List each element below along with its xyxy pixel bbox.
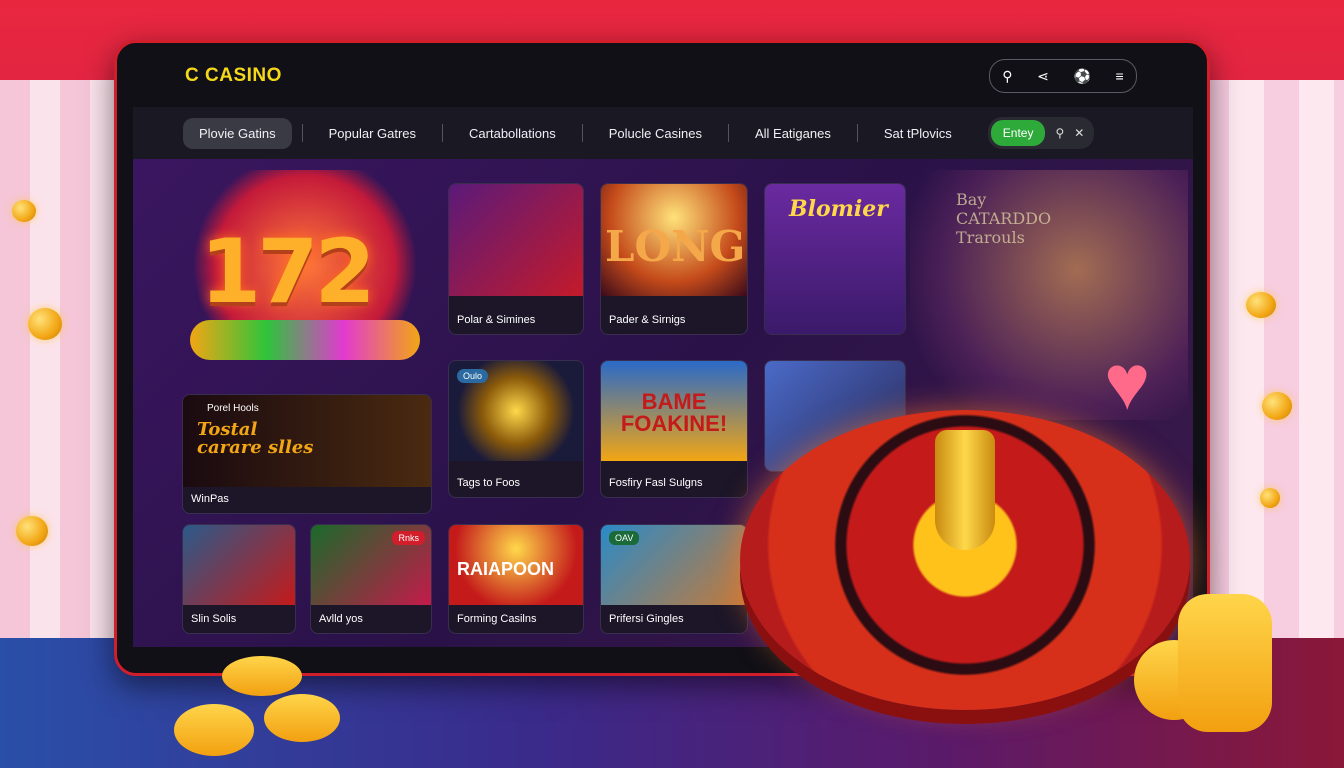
dice-art bbox=[449, 184, 583, 296]
coin-icon bbox=[1262, 392, 1292, 420]
tile-label: Fosfiry Fasl Sulgns bbox=[609, 477, 703, 489]
tile-art: LONG bbox=[601, 184, 747, 296]
tile-label: WinPas bbox=[191, 493, 229, 505]
chip-stack bbox=[222, 656, 302, 696]
share-icon[interactable]: ⋖ bbox=[1037, 68, 1049, 85]
nav-divider bbox=[301, 124, 303, 142]
nav-item-sat[interactable]: Sat tPlovics bbox=[868, 118, 968, 149]
tile-label: Prifersi Gingles bbox=[609, 613, 684, 625]
tile-label: Slin Solis bbox=[191, 613, 237, 625]
game-tile[interactable]: LONG Pader & Sirnigs bbox=[600, 183, 748, 335]
background-sign: Bay CATARDDO Trarouls bbox=[956, 190, 1052, 247]
close-icon[interactable]: ✕ bbox=[1074, 126, 1084, 140]
game-tile[interactable]: RAIAPOON Forming Casilns bbox=[448, 524, 584, 634]
nav-item-all[interactable]: All Eatiganes bbox=[739, 118, 847, 149]
roulette-spindle bbox=[935, 430, 995, 550]
tile-label: Pader & Sirnigs bbox=[609, 314, 686, 326]
search-icon[interactable]: ⚲ bbox=[1002, 68, 1012, 85]
menu-stack-icon[interactable]: ≡ bbox=[1116, 68, 1124, 84]
game-tile[interactable]: Slin Solis bbox=[182, 524, 296, 634]
tile-label: Tags to Foos bbox=[457, 477, 520, 489]
nav-item-popular[interactable]: Popular Gatres bbox=[313, 118, 432, 149]
tile-art: Blomier bbox=[765, 184, 905, 334]
tile-label: Forming Casilns bbox=[457, 613, 537, 625]
header-toolbar: ⚲ ⋖ ⚽ ≡ bbox=[989, 59, 1137, 93]
chip-stack bbox=[1178, 594, 1272, 732]
nav-item-polucle[interactable]: Polucle Casines bbox=[593, 118, 718, 149]
tile-art-text: BAME FOAKINE! bbox=[620, 389, 728, 436]
chip-stack bbox=[174, 704, 254, 756]
tile-badge: OAV bbox=[609, 531, 640, 545]
category-nav: Plovie Gatins Popular Gatres Cartabollat… bbox=[133, 107, 1193, 159]
nav-item-cartabollations[interactable]: Cartabollations bbox=[453, 118, 572, 149]
jackpot-hero[interactable]: 172 bbox=[180, 170, 430, 380]
nav-actions: Entey ⚲ ✕ bbox=[987, 117, 1095, 149]
game-tile[interactable]: Oulo Tags to Foos bbox=[448, 360, 584, 498]
tile-art-text: LONG bbox=[605, 222, 746, 271]
tile-badge: Oulo bbox=[457, 369, 489, 383]
coin-icon bbox=[1260, 488, 1280, 508]
tile-art: BAME FOAKINE! bbox=[601, 361, 747, 461]
nav-divider bbox=[727, 124, 729, 142]
tile-art-text: Tostal carare slles bbox=[197, 419, 314, 458]
enter-button[interactable]: Entey bbox=[990, 120, 1046, 146]
coin-icon bbox=[12, 200, 36, 222]
coin-icon bbox=[16, 516, 48, 546]
game-tile[interactable]: Blomier bbox=[764, 183, 906, 335]
tile-art: RAIAPOON bbox=[449, 525, 583, 605]
chip-stack bbox=[264, 694, 340, 742]
game-tile[interactable]: Rnks Avlld yos bbox=[310, 524, 432, 634]
tile-label: Avlld yos bbox=[319, 613, 363, 625]
game-tile[interactable]: BAME FOAKINE! Fosfiry Fasl Sulgns bbox=[600, 360, 748, 498]
coin-icon bbox=[1246, 292, 1276, 318]
game-tile[interactable]: OAV Prifersi Gingles bbox=[600, 524, 748, 634]
nav-item-plovie[interactable]: Plovie Gatins bbox=[183, 117, 292, 149]
jackpot-number: 172 bbox=[200, 220, 376, 323]
game-tile[interactable]: Polar & Simines bbox=[448, 183, 584, 335]
game-tile[interactable]: Porel Hools Tostal carare slles WinPas bbox=[182, 394, 432, 514]
nav-divider bbox=[581, 124, 583, 142]
search-icon[interactable]: ⚲ bbox=[1055, 126, 1064, 140]
tile-art-text: RAIAPOON bbox=[457, 559, 555, 579]
soccer-ball-icon[interactable]: ⚽ bbox=[1073, 68, 1090, 85]
nav-divider bbox=[442, 124, 444, 142]
gem-pile bbox=[190, 320, 420, 360]
tile-art: Porel Hools Tostal carare slles bbox=[183, 395, 431, 487]
tile-art-text: Blomier bbox=[789, 196, 888, 222]
heart-icon: ♥ bbox=[1104, 338, 1151, 426]
tile-label: Polar & Simines bbox=[457, 314, 536, 326]
tile-art bbox=[183, 525, 295, 605]
tile-badge: Rnks bbox=[392, 531, 425, 545]
right-curtain bbox=[1194, 80, 1344, 640]
tile-tag: Porel Hools bbox=[207, 403, 259, 414]
coin-icon bbox=[28, 308, 62, 340]
left-curtain bbox=[0, 80, 120, 640]
nav-divider bbox=[856, 124, 858, 142]
casino-logo: C CASINO bbox=[185, 65, 282, 86]
